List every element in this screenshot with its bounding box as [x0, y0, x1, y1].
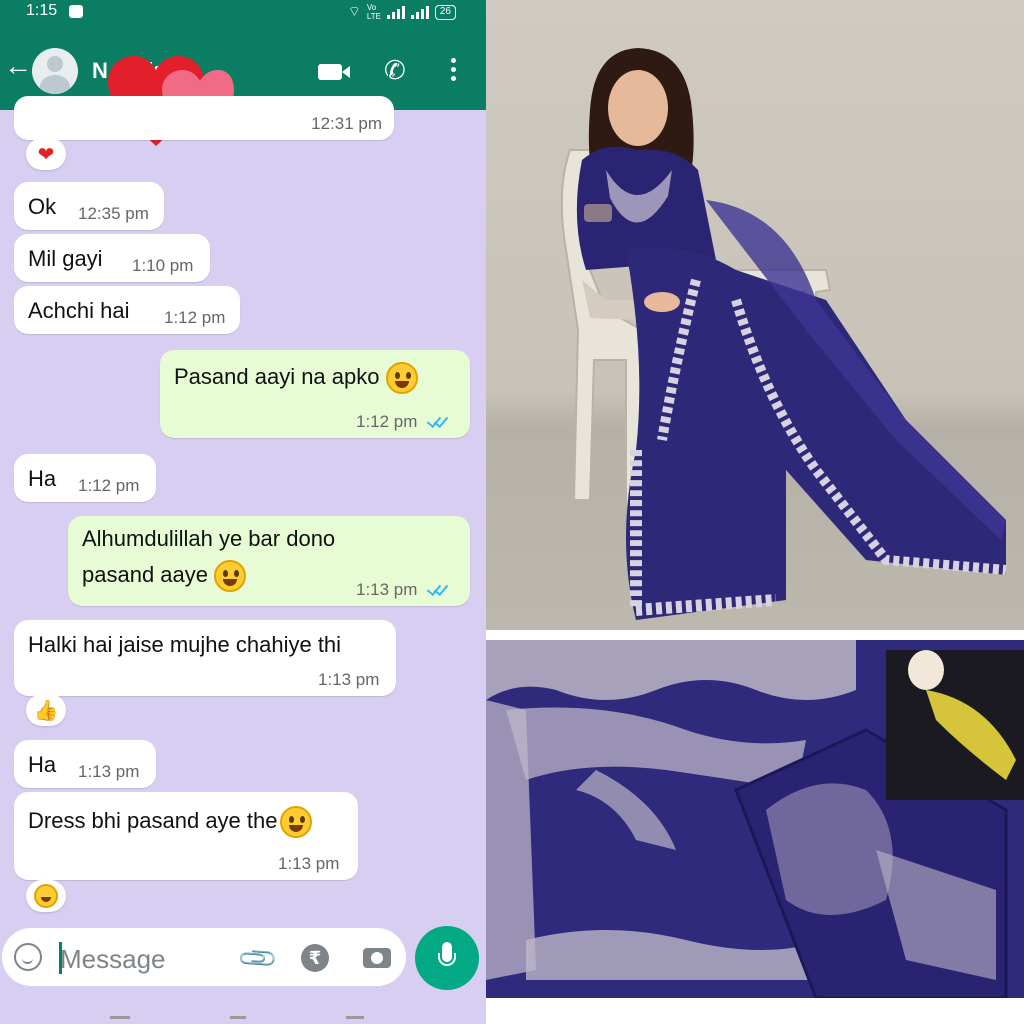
message-time: 1:12 pm	[78, 476, 140, 495]
status-time: 1:15	[26, 2, 58, 19]
message-bubble[interactable]: Dress bhi pasand aye the 1:13 pm	[14, 792, 358, 880]
voice-record-button[interactable]	[415, 926, 479, 990]
battery-icon: 26	[434, 4, 456, 20]
message-time: 1:12 pm	[164, 308, 226, 327]
signal-icon-2	[410, 5, 429, 19]
message-text: Dress bhi pasand aye the	[28, 806, 312, 838]
message-time: 1:10 pm	[132, 256, 194, 275]
message-text: Halki hai jaise mujhe chahiye thi	[28, 632, 342, 657]
avatar[interactable]	[32, 48, 78, 94]
chat-screen: 1:15 ⌔ Vo LTE 26 ← N e Ak... ✆ 12:31 pm …	[0, 0, 486, 1024]
reaction-grinning[interactable]	[26, 880, 66, 912]
zany-face-emoji	[279, 806, 312, 838]
message-bubble[interactable]: Achchi hai 1:12 pm	[14, 286, 240, 334]
message-bubble-outgoing[interactable]: Pasand aayi na apko 1:12 pm	[160, 350, 470, 438]
wifi-icon: ⌔	[347, 3, 361, 19]
back-nav-icon[interactable]	[346, 1016, 364, 1019]
camera-icon[interactable]	[363, 948, 391, 968]
saree-fabric-photo	[486, 640, 1024, 998]
voice-call-icon[interactable]: ✆	[384, 57, 406, 83]
compose-bar: Message 📎 ₹	[0, 918, 486, 1024]
message-bubble[interactable]: Ha 1:12 pm	[14, 454, 156, 502]
message-bubble[interactable]: Ok 12:35 pm	[14, 182, 164, 230]
system-nav-bar	[0, 1006, 486, 1024]
message-time: 1:13 pm	[356, 580, 418, 599]
message-text: Achchi hai	[28, 298, 130, 323]
message-text: Mil gayi	[28, 246, 103, 271]
emoji-picker-icon[interactable]	[14, 943, 42, 971]
message-time: 12:31 pm	[311, 114, 382, 133]
heart-icon: ❤	[37, 143, 55, 166]
message-notification-icon	[69, 5, 83, 18]
message-bubble-outgoing[interactable]: Alhumdulillah ye bar dono pasand aaye 1:…	[68, 516, 470, 606]
read-receipt-icon	[428, 582, 452, 594]
message-time: 1:13 pm	[78, 762, 140, 781]
status-bar: 1:15 ⌔ Vo LTE 26	[0, 0, 486, 24]
grinning-emoji	[385, 362, 418, 394]
reaction-thumbs-up[interactable]: 👍	[26, 694, 66, 726]
message-time: 1:13 pm	[278, 854, 340, 873]
model-photo-illustration	[560, 48, 1007, 620]
more-options-icon[interactable]	[451, 58, 457, 84]
message-text: Alhumdulillah ye bar dono	[82, 526, 336, 551]
message-time: 1:12 pm	[356, 412, 418, 431]
read-receipt-icon	[428, 414, 452, 426]
network-label: Vo LTE	[366, 3, 381, 21]
reaction-heart[interactable]: ❤	[26, 138, 66, 170]
message-list[interactable]: 12:31 pm ❤ Ok 12:35 pm Mil gayi 1:10 pm …	[0, 96, 486, 918]
home-nav-icon[interactable]	[230, 1016, 246, 1019]
fabric-photo-illustration	[486, 640, 1024, 998]
message-bubble[interactable]: Mil gayi 1:10 pm	[14, 234, 210, 282]
message-time: 12:35 pm	[78, 204, 149, 223]
attach-icon[interactable]: 📎	[236, 936, 281, 981]
message-input-box[interactable]: Message 📎 ₹	[2, 928, 406, 986]
message-text: Ok	[28, 194, 57, 219]
message-time: 1:13 pm	[318, 670, 380, 689]
message-bubble[interactable]: 12:31 pm	[14, 96, 394, 140]
thumbs-up-icon: 👍	[33, 699, 59, 722]
message-text: Ha	[28, 752, 57, 777]
message-text: pasand aaye	[82, 560, 246, 592]
message-input[interactable]: Message	[60, 944, 166, 975]
message-text: Pasand aayi na apko	[174, 362, 418, 394]
status-icons: ⌔ Vo LTE 26	[348, 3, 456, 21]
back-arrow-icon[interactable]: ←	[4, 52, 32, 80]
message-bubble[interactable]: Ha 1:13 pm	[14, 740, 156, 788]
video-call-icon[interactable]	[318, 64, 350, 80]
model-saree-photo	[486, 0, 1024, 630]
payment-rupee-icon[interactable]: ₹	[301, 944, 329, 972]
recents-nav-icon[interactable]	[110, 1016, 130, 1019]
grinning-face-icon	[34, 884, 58, 908]
signal-icon	[386, 5, 405, 19]
message-text: Ha	[28, 466, 57, 491]
message-bubble[interactable]: Halki hai jaise mujhe chahiye thi 1:13 p…	[14, 620, 396, 696]
star-struck-emoji	[214, 560, 246, 592]
